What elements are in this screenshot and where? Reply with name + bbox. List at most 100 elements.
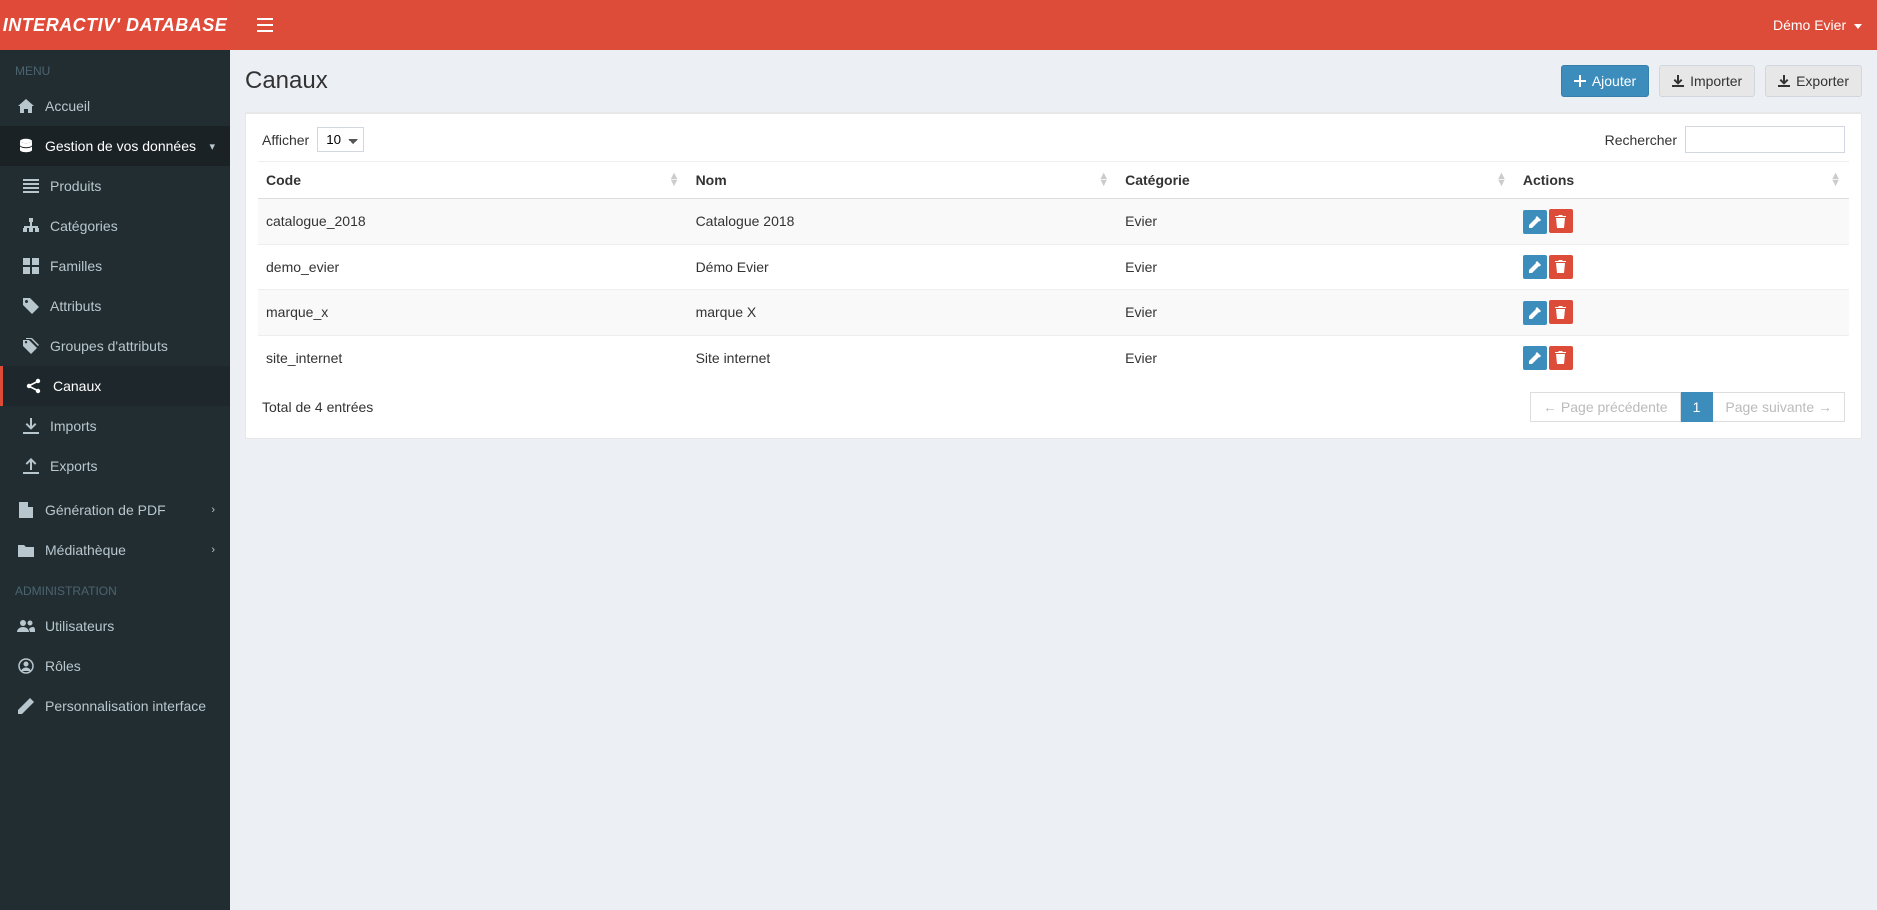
col-code[interactable]: Code ▲▼ (258, 162, 688, 199)
cell-categorie: Evier (1117, 244, 1515, 290)
edit-icon (15, 698, 37, 714)
sidebar-item-genpdf[interactable]: Génération de PDF › (0, 490, 230, 530)
sidebar-item-utilisateurs[interactable]: Utilisateurs (0, 606, 230, 646)
sidebar-item-categories[interactable]: Catégories (0, 206, 230, 246)
sidebar-item-mediatheque[interactable]: Médiathèque › (0, 530, 230, 570)
delete-button[interactable] (1549, 346, 1573, 370)
page-prev[interactable]: ← Page précédente (1530, 392, 1681, 422)
delete-button[interactable] (1549, 209, 1573, 233)
cell-code: site_internet (258, 335, 688, 380)
sidebar: MENU Accueil Gestion de vos données ▾ Pr… (0, 50, 230, 910)
brand-logo[interactable]: INTERACTIV' DATABASE (0, 0, 230, 50)
plus-icon (1574, 75, 1586, 87)
sort-icon: ▲▼ (1496, 173, 1507, 187)
page-current[interactable]: 1 (1681, 392, 1714, 422)
col-categorie[interactable]: Catégorie ▲▼ (1117, 162, 1515, 199)
tag-icon (20, 298, 42, 314)
hamburger-icon (257, 18, 273, 32)
length-control: Afficher 10 (262, 127, 364, 152)
col-nom[interactable]: Nom ▲▼ (688, 162, 1118, 199)
trash-icon (1555, 351, 1566, 364)
delete-button[interactable] (1549, 300, 1573, 324)
sidebar-item-attributs[interactable]: Attributs (0, 286, 230, 326)
sidebar-item-label: Accueil (45, 98, 215, 114)
tags-icon (20, 338, 42, 354)
sidebar-item-personnalisation[interactable]: Personnalisation interface (0, 686, 230, 726)
col-actions-label: Actions (1523, 172, 1574, 188)
cell-nom: Démo Evier (688, 244, 1118, 290)
top-bar: Démo Evier (230, 0, 1877, 50)
sidebar-item-exports[interactable]: Exports (0, 446, 230, 486)
sidebar-item-imports[interactable]: Imports (0, 406, 230, 446)
sidebar-item-canaux[interactable]: Canaux (0, 366, 230, 406)
sort-icon: ▲▼ (1098, 173, 1109, 187)
cell-categorie: Evier (1117, 290, 1515, 336)
cell-actions (1515, 244, 1849, 290)
page-next[interactable]: Page suivante → (1713, 392, 1845, 422)
chevron-down-icon: ▾ (209, 140, 215, 153)
edit-button[interactable] (1523, 346, 1547, 370)
edit-button[interactable] (1523, 255, 1547, 279)
cell-nom: Catalogue 2018 (688, 199, 1118, 245)
table-info: Total de 4 entrées (262, 399, 373, 415)
data-table: Code ▲▼ Nom ▲▼ Catégorie ▲▼ Actions (258, 161, 1849, 380)
sidebar-section-menu: MENU (0, 50, 230, 86)
import-button[interactable]: Importer (1659, 65, 1755, 97)
share-icon (23, 378, 45, 394)
chevron-right-icon: › (211, 544, 215, 556)
sidebar-toggle[interactable] (245, 18, 285, 32)
sidebar-item-groupes[interactable]: Groupes d'attributs (0, 326, 230, 366)
main-content: Canaux Ajouter Importer Exporter (230, 50, 1877, 910)
list-icon (20, 179, 42, 193)
sidebar-item-label: Personnalisation interface (45, 698, 215, 714)
panel-top: Afficher 10 Rechercher (258, 126, 1849, 153)
trash-icon (1555, 260, 1566, 273)
cell-actions (1515, 290, 1849, 336)
caret-down-icon (1854, 17, 1862, 33)
sort-icon: ▲▼ (1830, 173, 1841, 187)
import-button-label: Importer (1690, 73, 1742, 89)
sidebar-item-label: Imports (50, 418, 215, 434)
sort-icon: ▲▼ (669, 173, 680, 187)
cell-code: marque_x (258, 290, 688, 336)
sidebar-item-gestion[interactable]: Gestion de vos données ▾ (0, 126, 230, 166)
page-actions: Ajouter Importer Exporter (1561, 65, 1862, 97)
sidebar-item-label: Gestion de vos données (45, 138, 209, 154)
sidebar-item-label: Familles (50, 258, 215, 274)
table-row: demo_evierDémo EvierEvier (258, 244, 1849, 290)
brand-text: INTERACTIV' DATABASE (3, 0, 228, 50)
edit-button[interactable] (1523, 210, 1547, 234)
delete-button[interactable] (1549, 255, 1573, 279)
col-categorie-label: Catégorie (1125, 172, 1190, 188)
sidebar-item-label: Groupes d'attributs (50, 338, 215, 354)
add-button-label: Ajouter (1592, 73, 1636, 89)
download-icon (20, 418, 42, 434)
sitemap-icon (20, 218, 42, 234)
sidebar-item-accueil[interactable]: Accueil (0, 86, 230, 126)
sidebar-item-label: Catégories (50, 218, 215, 234)
sidebar-item-familles[interactable]: Familles (0, 246, 230, 286)
cell-actions (1515, 199, 1849, 245)
sidebar-item-label: Produits (50, 178, 215, 194)
sidebar-item-roles[interactable]: Rôles (0, 646, 230, 686)
col-nom-label: Nom (696, 172, 727, 188)
users-icon (15, 619, 37, 633)
user-menu[interactable]: Démo Evier (1773, 0, 1862, 50)
database-icon (15, 138, 37, 154)
pencil-icon (1529, 352, 1541, 364)
chevron-right-icon: › (211, 504, 215, 516)
trash-icon (1555, 306, 1566, 319)
upload-icon (20, 458, 42, 474)
pagination: ← Page précédente 1 Page suivante → (1530, 392, 1845, 422)
sidebar-item-produits[interactable]: Produits (0, 166, 230, 206)
length-select[interactable]: 10 (317, 127, 364, 152)
cell-categorie: Evier (1117, 335, 1515, 380)
edit-button[interactable] (1523, 301, 1547, 325)
export-button-label: Exporter (1796, 73, 1849, 89)
col-code-label: Code (266, 172, 301, 188)
add-button[interactable]: Ajouter (1561, 65, 1649, 97)
sidebar-item-label: Exports (50, 458, 215, 474)
export-button[interactable]: Exporter (1765, 65, 1862, 97)
search-input[interactable] (1685, 126, 1845, 153)
cell-categorie: Evier (1117, 199, 1515, 245)
